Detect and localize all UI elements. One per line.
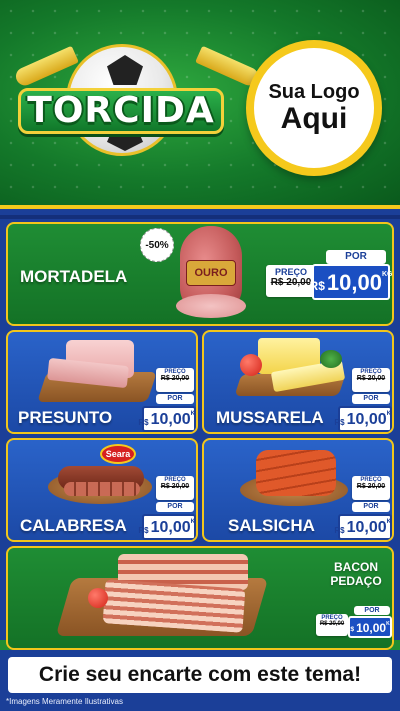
product-name-calabresa: CALABRESA <box>20 516 127 535</box>
price-unit: KG <box>386 519 392 525</box>
disclaimer-text: *Imagens Meramente Ilustrativas <box>6 697 123 706</box>
product-name-presunto: PRESUNTO <box>18 408 113 427</box>
logo-placeholder[interactable]: Sua Logo Aqui <box>246 40 382 176</box>
price-value: 10,00 <box>356 621 387 635</box>
price-currency: R$ <box>138 526 149 535</box>
old-price-tag-calabresa: PREÇO R$ 20,00 <box>156 476 194 500</box>
bacon-name-line-1: BACON <box>334 560 378 574</box>
old-price-tag-bacon: PREÇO R$ 20,00 <box>316 614 348 636</box>
tomato-image <box>240 354 262 376</box>
price-tag-salsicha: R$ 10,00 KG <box>334 514 392 540</box>
cta-text: Crie seu encarte com este tema! <box>38 663 362 686</box>
discount-badge: -50% <box>140 228 174 262</box>
bacon-name-line-2: PEDAÇO <box>330 574 382 589</box>
price-value: 10,00 <box>326 270 382 295</box>
price-currency: R$ <box>334 526 345 535</box>
old-price-value: R$ 20,00 <box>270 277 312 288</box>
seara-logo: Seara <box>100 444 136 464</box>
old-price-tag-presunto: PREÇO R$ 20,00 <box>156 368 194 392</box>
header-stripe <box>0 205 400 219</box>
por-label: POR <box>167 395 183 402</box>
cta-banner[interactable]: Crie seu encarte com este tema! <box>8 657 392 693</box>
product-card-presunto[interactable]: PRESUNTO PREÇO R$ 20,00 POR R$ 10,00 KG <box>6 330 198 434</box>
new-price-label-salsicha: POR <box>352 502 390 512</box>
por-label: POR <box>364 607 380 614</box>
product-name-salsicha: SALSICHA <box>228 516 315 535</box>
price-unit: KG <box>386 621 394 627</box>
price-value: 10,00 <box>150 411 191 428</box>
bacon-name: BACON PEDAÇO <box>326 560 386 589</box>
price-unit: KG <box>190 411 196 417</box>
product-card-mortadela[interactable]: MORTADELA -50% OURO PREÇO R$ 20,00 POR R… <box>6 222 394 326</box>
discount-badge-text: -50% <box>145 239 169 251</box>
price-unit: KG <box>381 271 393 278</box>
price-currency: R$ <box>309 279 325 293</box>
price-unit: KG <box>190 519 196 525</box>
logo-line-2: Aqui <box>280 101 348 135</box>
old-price-value: R$ 20,00 <box>356 375 386 382</box>
old-price-tag-mussarela: PREÇO R$ 20,00 <box>352 368 390 392</box>
price-tag-presunto: R$ 10,00 KG <box>138 406 196 432</box>
header-banner: TORCIDA Sua Logo Aqui <box>0 0 400 205</box>
old-price-value: R$ 20,00 <box>160 483 190 490</box>
price-unit: KG <box>386 411 392 417</box>
price-tag-calabresa: R$ 10,00 KG <box>138 514 196 540</box>
product-name-mussarela: MUSSARELA <box>216 408 324 427</box>
new-price-label-presunto: POR <box>156 394 194 404</box>
product-card-bacon[interactable]: BACON PEDAÇO PREÇO R$ 20,00 POR R$ 10,00… <box>6 546 394 650</box>
bacon-garnish-image <box>88 588 108 608</box>
torcida-title: TORCIDA <box>27 90 215 131</box>
old-price-label: PREÇO <box>274 267 307 277</box>
herbs-image <box>320 350 342 368</box>
logo-line-1: Sua Logo <box>268 80 360 103</box>
price-tag-mortadela: R$ 10,00 KG <box>309 264 393 300</box>
por-label: POR <box>167 503 183 510</box>
price-currency: R$ <box>346 627 355 633</box>
price-value: 10,00 <box>346 519 387 536</box>
product-name-mortadela: MORTADELA <box>20 267 128 286</box>
price-tag-mussarela: R$ 10,00 KG <box>334 406 392 432</box>
price-tag-bacon: R$ 10,00 KG <box>346 616 394 638</box>
por-label: POR <box>363 503 379 510</box>
product-card-calabresa[interactable]: Seara CALABRESA PREÇO R$ 20,00 POR R$ 10… <box>6 438 198 542</box>
new-price-label-mortadela: POR <box>326 250 386 264</box>
por-label: POR <box>345 251 367 262</box>
new-price-label-bacon: POR <box>354 606 390 615</box>
old-price-tag-mortadela: PREÇO R$ 20,00 <box>266 265 316 297</box>
old-price-value: R$ 20,00 <box>356 483 386 490</box>
mortadela-slices-image <box>176 294 246 318</box>
torcida-title-banner: TORCIDA <box>18 88 224 134</box>
new-price-label-calabresa: POR <box>156 502 194 512</box>
old-price-value: R$ 20,00 <box>319 621 345 627</box>
salsicha-sausages-image <box>256 450 336 496</box>
mortadela-label: OURO <box>186 260 236 286</box>
product-card-mussarela[interactable]: MUSSARELA PREÇO R$ 20,00 POR R$ 10,00 KG <box>202 330 394 434</box>
calabresa-slices-image <box>64 482 140 496</box>
product-card-salsicha[interactable]: SALSICHA PREÇO R$ 20,00 POR R$ 10,00 KG <box>202 438 394 542</box>
new-price-label-mussarela: POR <box>352 394 390 404</box>
mortadela-brand: OURO <box>194 267 228 279</box>
por-label: POR <box>363 395 379 402</box>
seara-logo-text: Seara <box>105 449 131 459</box>
price-value: 10,00 <box>150 519 191 536</box>
old-price-tag-salsicha: PREÇO R$ 20,00 <box>352 476 390 500</box>
price-value: 10,00 <box>346 411 387 428</box>
old-price-value: R$ 20,00 <box>160 375 190 382</box>
price-currency: R$ <box>138 418 149 427</box>
price-currency: R$ <box>334 418 345 427</box>
